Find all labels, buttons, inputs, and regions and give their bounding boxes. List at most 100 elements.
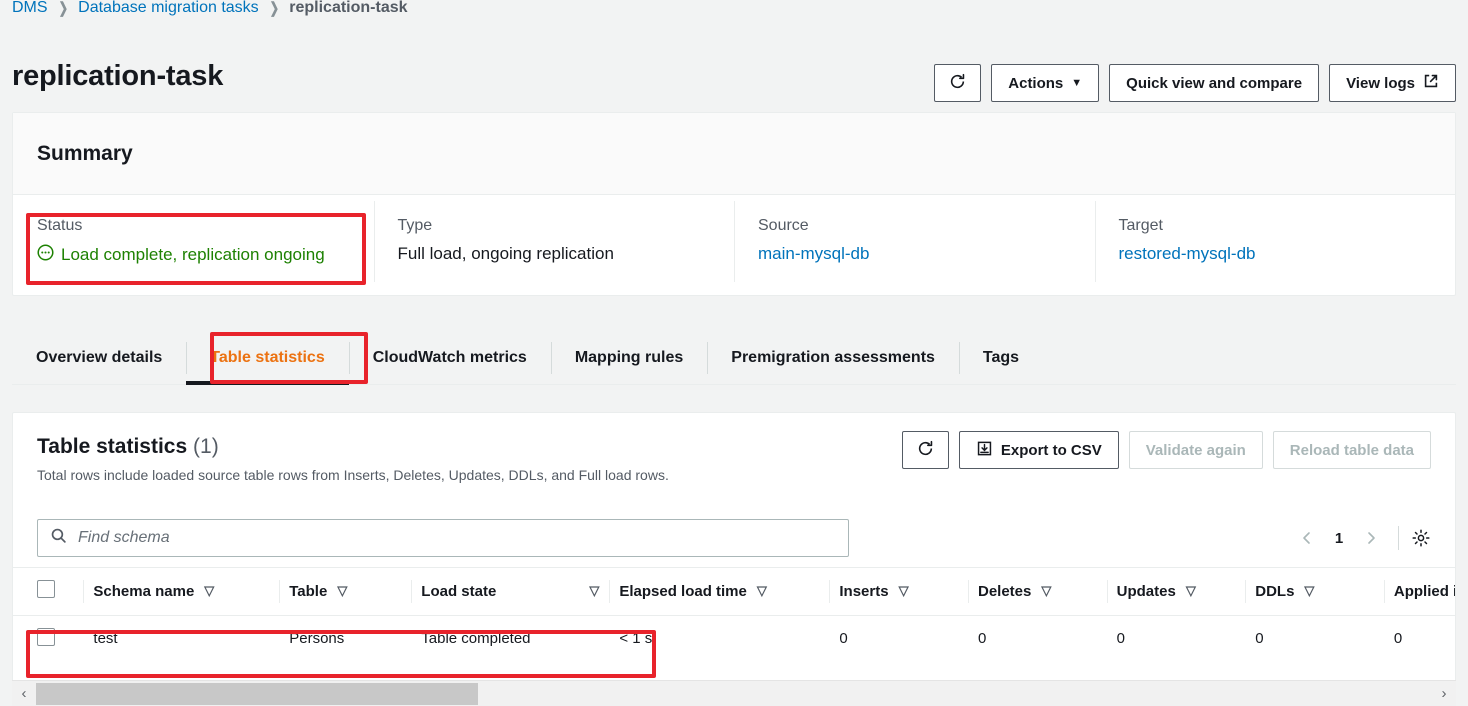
scroll-right-arrow-icon[interactable]: › [1432, 681, 1456, 706]
actions-button-label: Actions [1008, 74, 1064, 92]
column-label: Table [289, 582, 328, 600]
pagination-page-1[interactable]: 1 [1326, 530, 1352, 547]
refresh-button[interactable] [934, 64, 982, 102]
column-header-deletes[interactable]: Deletes ▽ [968, 568, 1107, 615]
table-statistics-description: Total rows include loaded source table r… [37, 467, 669, 483]
table-filter-row: 1 [13, 509, 1455, 567]
table-statistics-count: (1) [193, 435, 219, 458]
summary-panel: Summary Status Load complete, replicatio… [12, 112, 1456, 296]
pagination-next-button[interactable] [1356, 523, 1386, 553]
cell-table: Persons [289, 630, 345, 648]
sort-arrow-icon: ▽ [337, 583, 348, 599]
target-label: Target [1118, 217, 1163, 234]
tab-premigration-assessments[interactable]: Premigration assessments [707, 332, 959, 384]
status-label: Status [37, 217, 83, 234]
pagination-previous-button[interactable] [1292, 523, 1322, 553]
table-row[interactable]: test Persons Table completed < 1 s 0 0 0… [13, 615, 1455, 662]
view-logs-button-label: View logs [1346, 74, 1415, 92]
breadcrumb-item-dms[interactable]: DMS [12, 0, 48, 17]
refresh-icon [949, 73, 966, 94]
tab-label: Tags [982, 349, 1020, 366]
table-statistics-actions: Export to CSV Validate again Reload tabl… [901, 431, 1431, 469]
search-input[interactable] [76, 528, 836, 548]
cell-deletes: 0 [978, 630, 987, 648]
column-label: Schema name [93, 582, 195, 600]
column-header-schema-name[interactable]: Schema name ▽ [83, 568, 279, 615]
table-refresh-button[interactable] [901, 431, 949, 469]
summary-field-status: Status Load complete, replication ongoin… [13, 195, 374, 296]
table-statistics-panel: Table statistics (1) Total rows include … [12, 412, 1456, 694]
sort-arrow-icon: ▽ [898, 583, 909, 599]
tab-label: Mapping rules [574, 349, 684, 366]
breadcrumb-item-replication-task: replication-task [289, 0, 408, 16]
column-label: Load state [421, 582, 497, 600]
tab-label: Table statistics [210, 349, 325, 366]
refresh-icon [917, 440, 934, 461]
row-checkbox[interactable] [37, 627, 55, 646]
cell-schema-name: test [93, 630, 118, 648]
column-header-table[interactable]: Table ▽ [279, 568, 411, 615]
sort-arrow-icon: ▽ [1185, 583, 1196, 599]
view-logs-button[interactable]: View logs [1329, 64, 1456, 102]
table-statistics-header: Table statistics (1) Total rows include … [13, 413, 1455, 509]
reload-table-data-button[interactable]: Reload table data [1272, 431, 1431, 469]
actions-button[interactable]: Actions ▼ [991, 64, 1100, 102]
column-header-load-state[interactable]: Load state ▽ [411, 568, 609, 615]
quick-view-and-compare-button[interactable]: Quick view and compare [1109, 64, 1320, 102]
table-statistics-title-text: Table statistics [37, 435, 188, 458]
chevron-down-icon: ▼ [1071, 76, 1083, 89]
export-to-csv-button[interactable]: Export to CSV [958, 431, 1119, 469]
column-header-ddls[interactable]: DDLs ▽ [1245, 568, 1384, 615]
sort-arrow-icon: ▽ [1041, 583, 1052, 599]
column-header-inserts[interactable]: Inserts ▽ [829, 568, 968, 615]
tab-overview-details[interactable]: Overview details [12, 332, 186, 384]
dms-replication-task-page: DMS ❯ Database migration tasks ❯ replica… [0, 0, 1468, 706]
gear-icon[interactable] [1411, 528, 1431, 548]
tab-tags[interactable]: Tags [958, 332, 1043, 384]
tab-cloudwatch-metrics[interactable]: CloudWatch metrics [348, 332, 551, 384]
sort-arrow-icon: ▽ [756, 583, 767, 599]
cell-inserts: 0 [839, 630, 848, 648]
cell-updates: 0 [1116, 630, 1125, 648]
summary-columns: Status Load complete, replication ongoin… [13, 195, 1455, 296]
scrollbar-track[interactable] [36, 681, 1432, 706]
source-endpoint-link[interactable]: main-mysql-db [758, 244, 1095, 264]
tab-table-statistics[interactable]: Table statistics [186, 332, 350, 385]
tab-label: Overview details [36, 349, 163, 366]
search-box[interactable] [37, 519, 849, 557]
column-label: DDLs [1255, 582, 1295, 600]
download-icon [976, 440, 993, 461]
breadcrumb-item-database-migration-tasks[interactable]: Database migration tasks [78, 0, 259, 17]
target-endpoint-link[interactable]: restored-mysql-db [1119, 244, 1456, 264]
validate-again-button[interactable]: Validate again [1128, 431, 1263, 469]
sort-arrow-icon: ▽ [589, 583, 600, 599]
cell-elapsed-load-time: < 1 s [619, 630, 653, 648]
tab-mapping-rules[interactable]: Mapping rules [550, 332, 707, 384]
chevron-right-icon: ❯ [58, 0, 68, 17]
column-header-applied-inserts[interactable]: Applied inserts ▽ [1383, 568, 1455, 615]
validate-again-label: Validate again [1145, 441, 1246, 459]
scrollbar-thumb[interactable] [36, 682, 478, 705]
select-all-checkbox[interactable] [37, 580, 55, 599]
search-icon [50, 527, 67, 549]
page-actions: Actions ▼ Quick view and compare View lo… [934, 64, 1456, 102]
horizontal-scrollbar[interactable]: ‹ › [12, 680, 1456, 706]
column-label: Elapsed load time [619, 582, 747, 600]
row-select-cell [13, 615, 83, 662]
reload-table-data-label: Reload table data [1289, 441, 1414, 459]
column-header-updates[interactable]: Updates ▽ [1106, 568, 1246, 615]
quick-view-button-label: Quick view and compare [1126, 74, 1303, 92]
external-link-icon [1423, 73, 1439, 93]
column-label: Updates [1116, 582, 1176, 600]
cell-applied-inserts: 0 [1393, 630, 1403, 648]
tab-label: Premigration assessments [731, 349, 935, 366]
page-title: replication-task [12, 60, 224, 92]
column-header-elapsed-load-time[interactable]: Elapsed load time ▽ [609, 568, 829, 615]
breadcrumb: DMS ❯ Database migration tasks ❯ replica… [12, 0, 408, 20]
chevron-right-icon: ❯ [269, 0, 279, 17]
scroll-left-arrow-icon[interactable]: ‹ [12, 681, 36, 706]
pagination: 1 [1292, 509, 1431, 567]
summary-header: Summary [13, 113, 1455, 195]
source-label: Source [758, 217, 809, 234]
column-label: Applied inserts [1393, 582, 1455, 600]
